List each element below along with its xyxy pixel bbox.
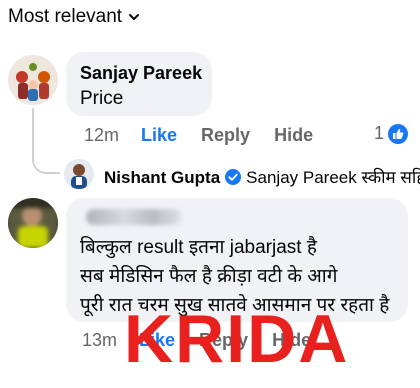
avatar-image [8,55,58,105]
reply-text: Sanjay Pareek स्कीम सहि... [246,168,420,187]
reply-author[interactable]: Nishant Gupta [104,168,220,187]
avatar-image [8,198,58,248]
thread-connector [32,150,60,174]
comment-bubble[interactable]: Sanjay Pareek Price [66,52,212,116]
hide-button[interactable]: Hide [274,125,313,146]
reply-avatar-image [64,159,94,189]
reply-button[interactable]: Reply [201,125,250,146]
like-button[interactable]: Like [141,125,177,146]
comment-time[interactable]: 12m [84,125,119,146]
avatar[interactable] [8,198,58,248]
sort-menu[interactable]: Most relevant [8,6,140,28]
comment-author-blurred[interactable] [86,209,182,225]
krida-watermark: KRIDA [124,301,350,377]
comment-text: Price [80,88,124,109]
reply-avatar[interactable] [64,159,94,189]
sort-label: Most relevant [8,6,123,27]
verified-badge-icon [225,169,242,185]
comment-actions: 12m Like Reply Hide [84,125,313,146]
comment-text-line: बिल्कुल result इतना jabarjast है [80,237,317,258]
comment-text-line: सब मेडिसिन फैल है क्रीड़ा वटी के आगे [80,266,338,287]
comment-time[interactable]: 13m [82,330,117,351]
reply-preview[interactable]: Nishant Gupta Sanjay Pareek स्कीम सहि... [104,165,420,188]
avatar[interactable] [8,55,58,105]
thumbs-up-icon [388,123,409,144]
like-count-number: 1 [374,123,385,143]
like-count[interactable]: 1 [374,123,409,144]
chevron-down-icon [129,14,140,20]
comment-author[interactable]: Sanjay Pareek [80,63,202,84]
